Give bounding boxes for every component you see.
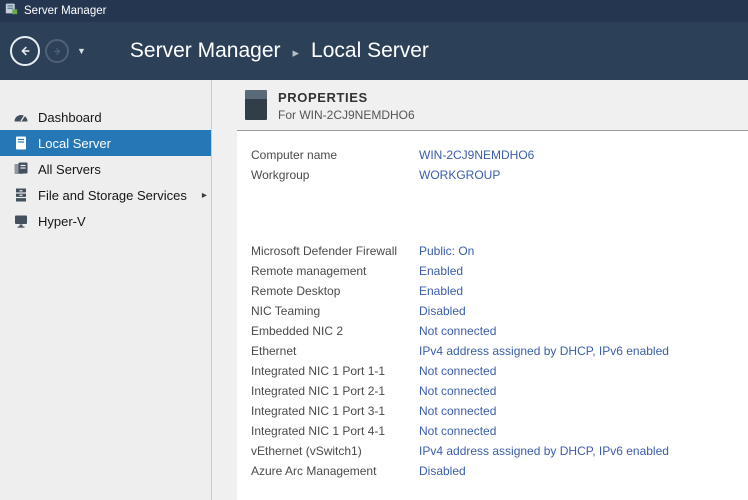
properties-subtitle: For WIN-2CJ9NEMDHO6 [278,108,415,122]
property-label: NIC Teaming [251,304,419,318]
property-value-link[interactable]: Enabled [419,264,463,278]
properties-title: PROPERTIES [278,90,415,105]
property-label: Integrated NIC 1 Port 4-1 [251,424,419,438]
property-label: Embedded NIC 2 [251,324,419,338]
breadcrumb-root[interactable]: Server Manager [130,39,281,63]
property-value-link[interactable]: Not connected [419,324,496,338]
property-label: Azure Arc Management [251,464,419,478]
properties-group-identity: Computer nameWIN-2CJ9NEMDHO6WorkgroupWOR… [251,145,748,185]
server-manager-icon [5,2,18,20]
properties-panel: Computer nameWIN-2CJ9NEMDHO6WorkgroupWOR… [237,130,748,500]
property-value-link[interactable]: Enabled [419,284,463,298]
property-row: Computer nameWIN-2CJ9NEMDHO6 [251,145,748,165]
property-label: Integrated NIC 1 Port 3-1 [251,404,419,418]
window-title: Server Manager [24,5,106,17]
expand-chevron-icon[interactable]: ▸ [202,190,207,201]
titlebar: Server Manager [0,0,748,22]
back-button[interactable] [10,36,40,66]
navigation-header: ▼ Server Manager ▸ Local Server [0,22,748,80]
servers-icon [13,161,29,177]
property-row: Integrated NIC 1 Port 2-1Not connected [251,381,748,401]
forward-button[interactable] [45,39,69,63]
property-value-link[interactable]: WORKGROUP [419,168,500,182]
properties-header: PROPERTIES For WIN-2CJ9NEMDHO6 [212,80,748,130]
breadcrumb: Server Manager ▸ Local Server [130,39,429,63]
property-value-link[interactable]: Not connected [419,404,496,418]
property-row: Integrated NIC 1 Port 3-1Not connected [251,401,748,421]
property-row: Remote DesktopEnabled [251,281,748,301]
sidebar-item-local-server[interactable]: Local Server [0,130,211,156]
property-label: Remote management [251,264,419,278]
chevron-down-icon[interactable]: ▼ [77,46,86,56]
property-value-link[interactable]: Disabled [419,304,466,318]
property-row: Integrated NIC 1 Port 4-1Not connected [251,421,748,441]
server-icon [13,135,29,151]
sidebar: Dashboard Local Server All Servers File and… [0,80,212,500]
property-label: Integrated NIC 1 Port 2-1 [251,384,419,398]
sidebar-item-dashboard[interactable]: Dashboard [0,104,211,130]
property-label: Workgroup [251,168,419,182]
property-value-link[interactable]: IPv4 address assigned by DHCP, IPv6 enab… [419,444,669,458]
hyperv-icon [13,213,29,229]
main-content: PROPERTIES For WIN-2CJ9NEMDHO6 Computer … [212,80,748,500]
property-label: vEthernet (vSwitch1) [251,444,419,458]
forward-arrow-icon [52,46,63,57]
property-row: EthernetIPv4 address assigned by DHCP, I… [251,341,748,361]
sidebar-item-all-servers[interactable]: All Servers [0,156,211,182]
property-label: Computer name [251,148,419,162]
property-label: Ethernet [251,344,419,358]
dashboard-icon [13,109,29,125]
property-row: vEthernet (vSwitch1)IPv4 address assigne… [251,441,748,461]
property-row: Microsoft Defender FirewallPublic: On [251,241,748,261]
property-label: Integrated NIC 1 Port 1-1 [251,364,419,378]
sidebar-item-file-and-storage-services[interactable]: File and Storage Services ▸ [0,182,211,208]
breadcrumb-separator-icon: ▸ [293,42,300,61]
property-label: Remote Desktop [251,284,419,298]
property-row: Azure Arc ManagementDisabled [251,461,748,481]
sidebar-item-hyper-v[interactable]: Hyper-V [0,208,211,234]
property-value-link[interactable]: Public: On [419,244,474,258]
breadcrumb-current[interactable]: Local Server [311,39,429,63]
property-value-link[interactable]: Not connected [419,384,496,398]
sidebar-item-label: Hyper-V [38,214,86,229]
property-value-link[interactable]: WIN-2CJ9NEMDHO6 [419,148,534,162]
property-row: Remote managementEnabled [251,261,748,281]
storage-icon [13,187,29,203]
sidebar-item-label: Local Server [38,136,111,151]
property-row: NIC TeamingDisabled [251,301,748,321]
server-manager-window: Server Manager ▼ Server Manager ▸ Local … [0,0,748,500]
property-value-link[interactable]: Not connected [419,364,496,378]
back-arrow-icon [18,44,32,58]
property-row: Embedded NIC 2Not connected [251,321,748,341]
property-value-link[interactable]: Not connected [419,424,496,438]
property-row: Integrated NIC 1 Port 1-1Not connected [251,361,748,381]
nav-buttons: ▼ [0,36,86,66]
properties-group-configuration: Microsoft Defender FirewallPublic: OnRem… [251,241,748,481]
sidebar-list: Dashboard Local Server All Servers File and… [0,104,211,234]
property-row: WorkgroupWORKGROUP [251,165,748,185]
property-value-link[interactable]: Disabled [419,464,466,478]
property-value-link[interactable]: IPv4 address assigned by DHCP, IPv6 enab… [419,344,669,358]
sidebar-item-label: All Servers [38,162,101,177]
properties-tile-icon [245,90,267,120]
property-label: Microsoft Defender Firewall [251,244,419,258]
sidebar-item-label: File and Storage Services [38,188,187,203]
sidebar-item-label: Dashboard [38,110,102,125]
